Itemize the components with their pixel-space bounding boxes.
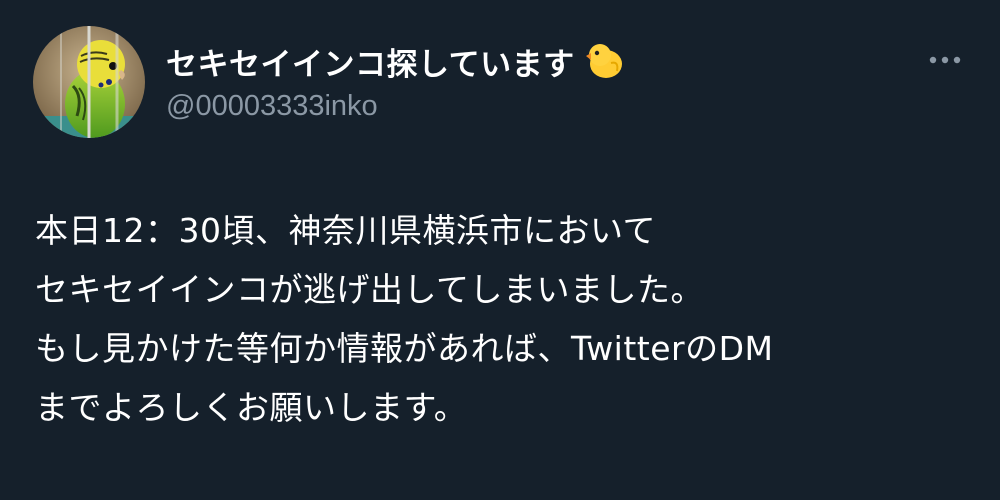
tweet-line: 本日12：30頃、神奈川県横浜市において: [35, 211, 656, 250]
tweet-line: セキセイインコが逃げ出してしまいました。: [35, 270, 705, 309]
display-name[interactable]: セキセイインコ探しています: [166, 39, 575, 84]
more-horizontal-icon[interactable]: [924, 50, 968, 70]
tweet-line: もし見かけた等何か情報があれば、TwitterのDM: [35, 329, 774, 368]
chick-icon: [581, 41, 625, 81]
budgerigar-photo-icon: [33, 26, 145, 138]
user-info: セキセイインコ探しています @00003333inko: [166, 38, 625, 123]
display-name-row[interactable]: セキセイインコ探しています: [166, 38, 625, 84]
user-handle[interactable]: @00003333inko: [166, 90, 625, 123]
tweet-card: セキセイインコ探しています @00003333inko 本日12：30頃、神奈川…: [0, 0, 1000, 500]
avatar[interactable]: [33, 26, 145, 138]
tweet-line: までよろしくお願いします。: [35, 388, 468, 427]
tweet-text: 本日12：30頃、神奈川県横浜市において セキセイインコが逃げ出してしまいました…: [35, 201, 975, 437]
